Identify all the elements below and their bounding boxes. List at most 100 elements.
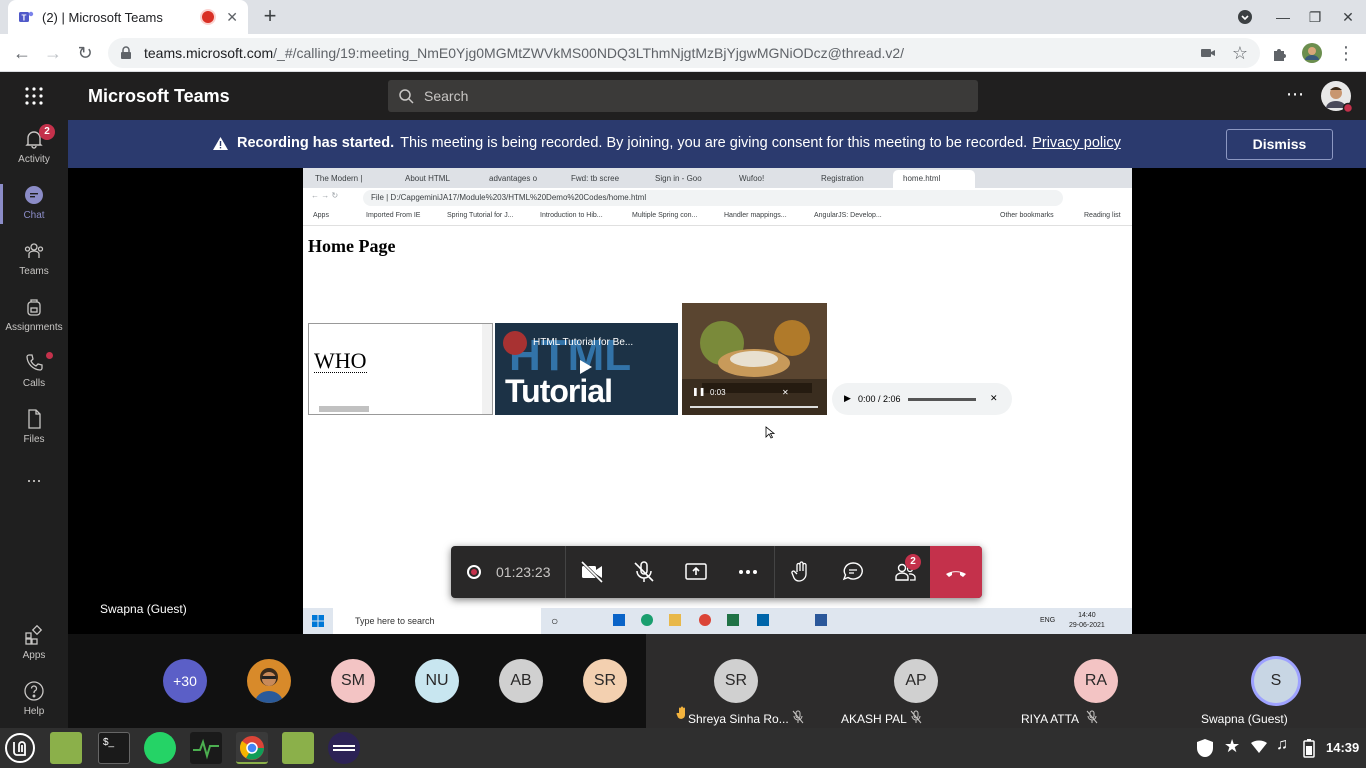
back-button[interactable]: ← (10, 41, 34, 65)
rail-item-calls[interactable]: Calls (0, 344, 68, 400)
files-app-icon[interactable] (50, 732, 82, 764)
folder-app-icon[interactable] (282, 732, 314, 764)
audio-mute-icon: ✕ (990, 393, 998, 403)
video-mute-icon: ✕ (782, 388, 789, 397)
rail-item-chat[interactable]: Chat (0, 176, 68, 232)
participant-tile[interactable]: RA RIYA ATTA (1006, 634, 1186, 728)
url-path: /_#/calling/19:meeting_NmE0Yjg0MGMtZWVkM… (273, 45, 905, 61)
participant-avatar[interactable]: AB (499, 659, 543, 703)
participant-tile-self[interactable]: S Swapna (Guest) (1186, 634, 1366, 728)
restore-window-button[interactable]: ❐ (1304, 6, 1326, 28)
tab-close-icon[interactable]: ✕ (226, 9, 238, 26)
bookmark: Handler mappings... (724, 212, 787, 219)
shared-iframe: WHO (308, 323, 493, 415)
user-avatar[interactable] (1320, 80, 1354, 114)
more-dots-icon (739, 570, 757, 574)
minimize-window-button[interactable]: — (1272, 6, 1294, 28)
wifi-icon[interactable] (1250, 738, 1268, 754)
activity-badge: 2 (39, 124, 55, 140)
hand-icon (791, 561, 807, 582)
calls-notification-dot (46, 352, 53, 359)
tab-search-icon[interactable] (1234, 6, 1256, 28)
mic-toggle-button[interactable] (618, 546, 670, 598)
mint-menu-icon[interactable] (4, 732, 36, 764)
app-launcher-icon[interactable] (24, 86, 44, 106)
rail-item-apps[interactable]: Apps (0, 616, 68, 672)
yt-play-icon (579, 359, 593, 375)
camera-in-use-icon[interactable] (1196, 41, 1220, 65)
battery-icon[interactable] (1303, 738, 1315, 758)
video-pause-icon: ❚❚ (692, 387, 706, 396)
privacy-policy-link[interactable]: Privacy policy (1032, 135, 1121, 151)
more-actions-button[interactable] (722, 546, 774, 598)
windows-clock-date: 29-06-2021 (1069, 622, 1105, 629)
music-icon[interactable]: ♫ (1276, 736, 1288, 754)
browser-tab-teams[interactable]: T (2) | Microsoft Teams ✕ (8, 0, 248, 34)
camera-off-icon (580, 560, 604, 584)
recording-title: Recording has started. (237, 135, 395, 151)
participant-tile[interactable]: SR Shreya Sinha Ro... (646, 634, 826, 728)
rail-item-files[interactable]: Files (0, 400, 68, 456)
svg-text:T: T (22, 14, 27, 23)
windows-search: Type here to search (333, 608, 541, 634)
audio-play-icon: ▶ (844, 393, 851, 403)
shared-url: File | D:/CapgeminiJA17/Module%203/HTML%… (363, 190, 1063, 206)
whatsapp-app-icon[interactable] (144, 732, 176, 764)
bookmark-star-icon[interactable]: ☆ (1228, 41, 1252, 65)
shared-nav-icon: ← → ↻ (311, 191, 339, 200)
participant-name: AKASH PAL (841, 712, 907, 726)
hang-up-button[interactable] (930, 546, 982, 598)
system-monitor-icon[interactable] (190, 732, 222, 764)
bookmark: Apps (313, 212, 329, 219)
eclipse-app-icon[interactable] (328, 732, 360, 764)
browser-tab-strip: T (2) | Microsoft Teams ✕ + — ❐ ✕ (0, 0, 1366, 34)
participants-button[interactable] (879, 546, 931, 598)
help-icon (23, 680, 45, 702)
yt-thumb-text: Tutorial (505, 373, 613, 409)
shield-icon[interactable] (1196, 738, 1214, 758)
profile-avatar[interactable] (1300, 41, 1324, 65)
iframe-scrollbar (482, 324, 492, 414)
participant-name: Swapna (Guest) (1201, 712, 1288, 726)
reload-button[interactable]: ↻ (73, 41, 97, 65)
close-window-button[interactable]: ✕ (1337, 6, 1359, 28)
chrome-menu-icon[interactable]: ⋮ (1334, 41, 1358, 65)
muted-mic-icon (792, 710, 804, 724)
address-bar[interactable]: teams.microsoft.com/_#/calling/19:meetin… (108, 38, 1260, 68)
browser-toolbar: ← → ↻ teams.microsoft.com/_#/calling/19:… (0, 34, 1366, 72)
new-tab-button[interactable]: + (258, 5, 282, 29)
search-input[interactable]: Search (388, 80, 978, 112)
rail-label-chat: Chat (23, 210, 45, 221)
chat-button[interactable] (827, 546, 879, 598)
share-tray-icon (685, 563, 707, 580)
shared-tab: Wufoo! (739, 174, 765, 183)
share-screen-button[interactable] (670, 546, 722, 598)
forward-button[interactable]: → (41, 41, 65, 65)
rail-item-teams[interactable]: Teams (0, 232, 68, 288)
camera-toggle-button[interactable] (566, 546, 618, 598)
shared-tab: About HTML (405, 174, 450, 183)
overflow-participants-button[interactable]: +30 (163, 659, 207, 703)
audio-time: 0:00 / 2:06 (858, 394, 901, 404)
participant-avatar[interactable]: NU (415, 659, 459, 703)
app-title: Microsoft Teams (88, 86, 230, 106)
chrome-taskbar-icon[interactable] (236, 732, 268, 764)
rail-item-activity[interactable]: 2 Activity (0, 120, 68, 176)
bookmark: Spring Tutorial for J... (447, 212, 514, 219)
dismiss-button[interactable]: Dismiss (1226, 129, 1333, 160)
participant-avatar[interactable]: SR (583, 659, 627, 703)
raise-hand-button[interactable] (775, 546, 827, 598)
mail-app-icon (613, 614, 625, 626)
participant-avatar-photo[interactable] (247, 659, 291, 703)
word-app-icon (815, 614, 827, 626)
participant-tile[interactable]: AP AKASH PAL (826, 634, 1006, 728)
rail-item-help[interactable]: Help (0, 672, 68, 728)
terminal-app-icon[interactable]: $_ (98, 732, 130, 764)
rail-item-assignments[interactable]: Assignments (0, 288, 68, 344)
search-icon (398, 88, 414, 104)
star-icon[interactable]: ★ (1224, 736, 1240, 757)
extensions-icon[interactable] (1268, 41, 1292, 65)
participant-avatar[interactable]: SM (331, 659, 375, 703)
rail-more-button[interactable]: ... (0, 466, 68, 522)
more-options-icon[interactable]: ⋯ (1286, 84, 1304, 105)
